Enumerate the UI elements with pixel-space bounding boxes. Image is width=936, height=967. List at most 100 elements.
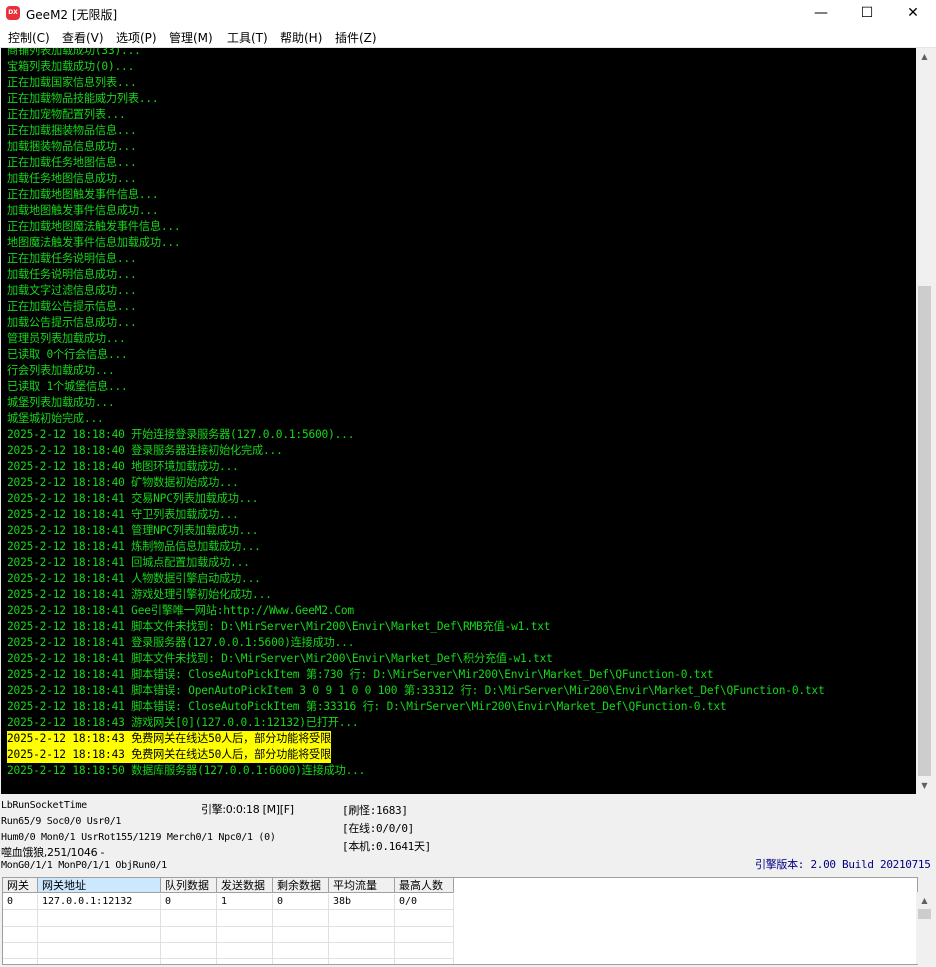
engine-version: 引擎版本: 2.00 Build 20210715 [755,858,931,871]
grid-line [272,894,273,964]
log-line: 加载任务地图信息成功... [7,172,137,185]
column-header-queue[interactable]: 队列数据 [161,878,217,893]
refresh-monster-count: [刷怪:1683] [342,804,408,817]
log-line: 2025-2-12 18:18:40 登录服务器连接初始化完成... [7,444,283,457]
log-line: 2025-2-12 18:18:41 守卫列表加载成功... [7,508,239,521]
table-cell-queue[interactable]: 0 [161,894,217,910]
log-console[interactable]: 商铺列表加载成功(33)... 宝箱列表加载成功(0)... 正在加载国家信息列表.… [1,48,916,794]
local-uptime: [本机:0.1641天] [342,840,432,853]
column-header-remaining[interactable]: 剩余数据 [273,878,329,893]
table-cell-max-users[interactable]: 0/0 [395,894,454,910]
log-line: 2025-2-12 18:18:40 矿物数据初始成功... [7,476,239,489]
log-line: 已读取 1个城堡信息... [7,380,128,393]
grid-line [216,894,217,964]
log-line: 2025-2-12 18:18:50 数据库服务器(127.0.0.1:6000… [7,764,366,777]
log-line: 管理员列表加载成功... [7,332,126,345]
log-scrollbar[interactable]: ▲ ▼ [916,48,933,794]
log-line: 正在加载捆装物品信息... [7,124,137,137]
log-line: 2025-2-12 18:18:40 开始连接登录服务器(127.0.0.1:5… [7,428,355,441]
table-scrollbar[interactable]: ▲ [916,892,933,964]
scroll-down-icon[interactable]: ▼ [916,777,933,794]
window-title: GeeM2 [无限版] [26,8,118,22]
log-line: 正在加载物品技能威力列表... [7,92,159,105]
log-line: 正在加载国家信息列表... [7,76,137,89]
log-line: 2025-2-12 18:18:41 游戏处理引擎初始化成功... [7,588,272,601]
grid-line [328,894,329,964]
log-line: 2025-2-12 18:18:41 炼制物品信息加载成功... [7,540,261,553]
log-line: 2025-2-12 18:18:41 回城点配置加载成功... [7,556,250,569]
scroll-thumb[interactable] [918,286,931,776]
title-bar: DX GeeM2 [无限版] — ☐ ✕ [0,0,936,27]
log-line: 2025-2-12 18:18:41 脚本错误: CloseAutoPickIt… [7,668,714,681]
menu-view[interactable]: 查看(V) [62,29,104,46]
scroll-up-icon[interactable]: ▲ [916,892,933,909]
maximize-button[interactable]: ☐ [844,0,890,27]
log-line: 城堡城初始完成... [7,412,104,425]
log-line: 2025-2-12 18:18:43 免费网关在线达50人后，部分功能将受限 [7,747,332,763]
grid-line [394,894,395,964]
menu-bar: 控制(C) 查看(V) 选项(P) 管理(M) 工具(T) 帮助(H) 插件(Z… [0,27,936,48]
log-line: 2025-2-12 18:18:41 Gee引擎唯一网站:http://Www.… [7,604,354,617]
scroll-up-icon[interactable]: ▲ [916,48,933,65]
grid-line [37,894,38,964]
table-cell-sent[interactable]: 1 [217,894,273,910]
log-line: 商铺列表加载成功(33)... [7,48,141,57]
log-line: 2025-2-12 18:18:41 交易NPC列表加载成功... [7,492,259,505]
log-line: 2025-2-12 18:18:41 人物数据引擎启动成功... [7,572,261,585]
grid-line [3,942,454,943]
log-line: 地图魔法触发事件信息加载成功... [7,236,181,249]
log-line: 正在加载公告提示信息... [7,300,137,313]
log-line: 正在加载地图触发事件信息... [7,188,159,201]
column-header-max-users[interactable]: 最高人数 [395,878,454,893]
column-header-gateway[interactable]: 网关 [3,878,38,893]
log-line: 行会列表加载成功... [7,364,115,377]
menu-manage[interactable]: 管理(M) [169,29,213,46]
grid-line [453,894,454,964]
log-line: 2025-2-12 18:18:40 地图环境加载成功... [7,460,239,473]
log-line: 正在加载任务地图信息... [7,156,137,169]
mon-gen-stats: MonG0/1/1 MonP0/1/1 ObjRun0/1 [1,860,167,871]
engine-time: 引擎:0:0:18 [M][F] [201,803,294,816]
status-panel: LbRunSocketTime 引擎:0:0:18 [M][F] Run65/9… [0,796,936,876]
log-line: 正在加载地图魔法触发事件信息... [7,220,181,233]
app-icon: DX [6,6,20,20]
hum-stats: Hum0/0 Mon0/1 UsrRot155/1219 Merch0/1 Np… [1,832,276,843]
log-line: 2025-2-12 18:18:41 脚本文件未找到: D:\MirServer… [7,652,553,665]
column-header-address[interactable]: 网关地址 [38,878,161,893]
table-cell-gateway[interactable]: 0 [3,894,38,910]
online-count: [在线:0/0/0] [342,822,414,835]
menu-options[interactable]: 选项(P) [116,29,157,46]
table-cell-remaining[interactable]: 0 [273,894,329,910]
column-header-avg-traffic[interactable]: 平均流量 [329,878,395,893]
log-line: 2025-2-12 18:18:41 脚本错误: CloseAutoPickIt… [7,700,727,713]
log-line: 2025-2-12 18:18:41 登录服务器(127.0.0.1:5600)… [7,636,355,649]
log-line: 2025-2-12 18:18:43 游戏网关[0](127.0.0.1:121… [7,716,359,729]
scroll-thumb[interactable] [918,909,931,919]
menu-control[interactable]: 控制(C) [8,29,50,46]
log-line: 已读取 0个行会信息... [7,348,128,361]
table-cell-avg-traffic[interactable]: 38b [329,894,395,910]
log-line: 加载公告提示信息成功... [7,316,137,329]
gateway-table[interactable]: 网关 网关地址 队列数据 发送数据 剩余数据 平均流量 最高人数 0 127.0… [2,877,918,965]
table-cell-address[interactable]: 127.0.0.1:12132 [38,894,161,910]
close-button[interactable]: ✕ [890,0,936,27]
log-line: 加载地图触发事件信息成功... [7,204,159,217]
log-line: 2025-2-12 18:18:41 脚本文件未找到: D:\MirServer… [7,620,551,633]
log-line: 加载文字过滤信息成功... [7,284,137,297]
log-line: 加载捆装物品信息成功... [7,140,137,153]
log-line: 正在加宠物配置列表... [7,108,126,121]
monster-status: 噬血饿狼,251/1046 - [1,846,105,859]
log-line: 城堡列表加载成功... [7,396,115,409]
log-line: 正在加载任务说明信息... [7,252,137,265]
menu-tools[interactable]: 工具(T) [227,29,268,46]
run-stats: Run65/9 Soc0/0 Usr0/1 [1,816,122,827]
column-header-sent[interactable]: 发送数据 [217,878,273,893]
minimize-button[interactable]: — [798,0,844,27]
log-line: 2025-2-12 18:18:41 管理NPC列表加载成功... [7,524,259,537]
log-line: 2025-2-12 18:18:43 免费网关在线达50人后，部分功能将受限 [7,731,332,747]
menu-help[interactable]: 帮助(H) [280,29,322,46]
log-line: 宝箱列表加载成功(0)... [7,60,135,73]
menu-plugins[interactable]: 插件(Z) [335,29,377,46]
lb-socket-time: LbRunSocketTime [1,800,87,811]
grid-line [160,894,161,964]
